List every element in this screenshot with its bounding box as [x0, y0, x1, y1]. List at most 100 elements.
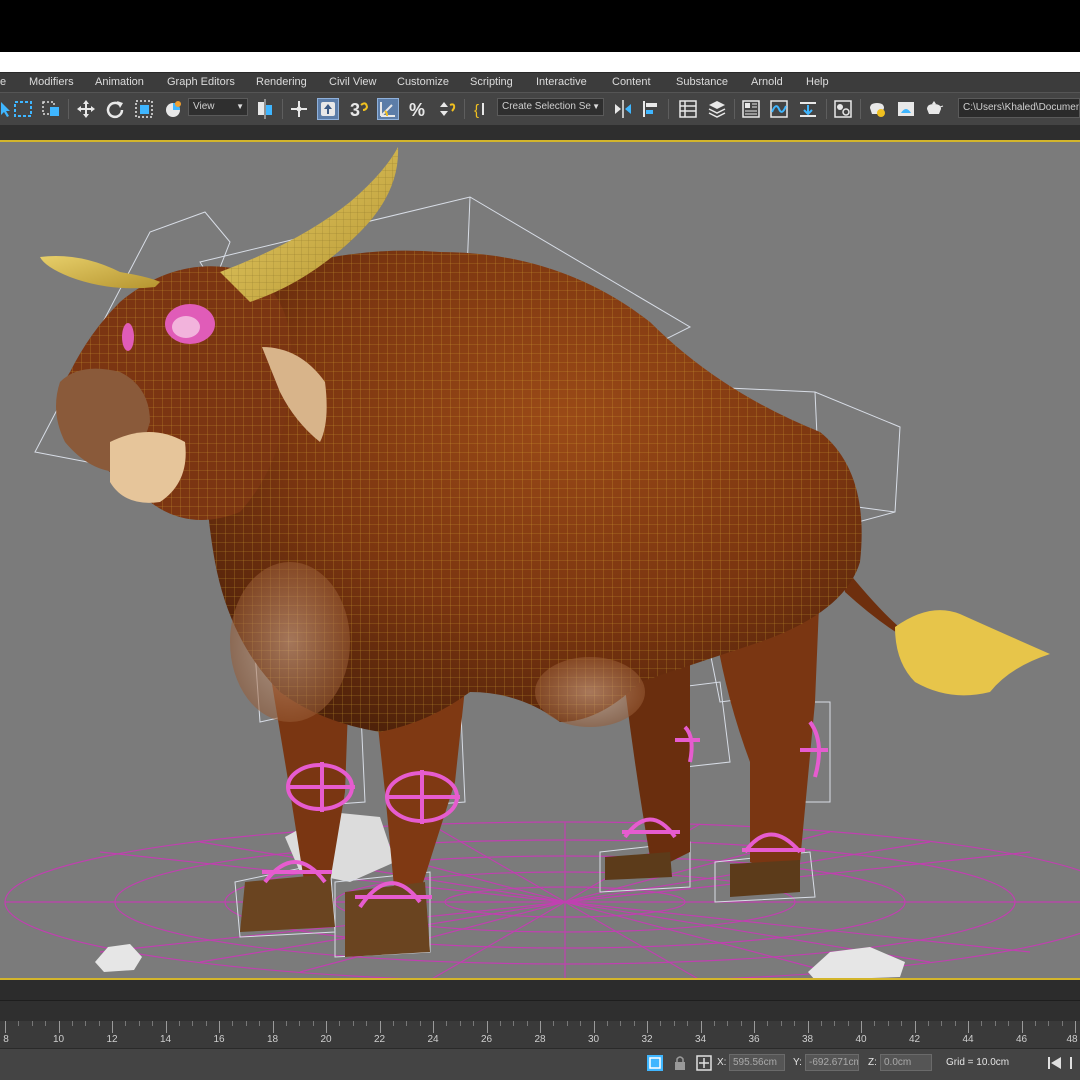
- pivot-center-icon[interactable]: [254, 98, 276, 120]
- menu-bar: e Modifiers Animation Graph Editors Rend…: [0, 72, 1080, 93]
- toolbar-separator: [464, 99, 465, 119]
- time-slider[interactable]: 8 10 12 14 16 18 20 22 24 26 28 30 32 34 36 38 40 42 44 46 4…: [0, 1000, 1080, 1049]
- timeline-frame-label: 8: [3, 1034, 9, 1045]
- timeline-major-tick: [593, 1021, 595, 1033]
- z-coordinate-field[interactable]: 0.0cm: [880, 1054, 932, 1071]
- timeline-minor-tick: [847, 1021, 849, 1026]
- render-setup-icon[interactable]: [866, 98, 888, 120]
- go-to-start-icon[interactable]: [1046, 1054, 1064, 1072]
- timeline-major-tick: [861, 1021, 862, 1033]
- rotate-icon[interactable]: [104, 98, 126, 120]
- timeline-frame-label: 12: [106, 1034, 118, 1045]
- time-slider-track[interactable]: [0, 1001, 1080, 1021]
- timeline-minor-tick: [727, 1021, 729, 1026]
- timeline-minor-tick: [406, 1021, 408, 1026]
- named-selection-sets-label: Create Selection Se: [502, 101, 591, 112]
- timeline-frame-label: 40: [855, 1034, 867, 1045]
- x-coordinate-field[interactable]: 595.56cm: [729, 1054, 785, 1071]
- timeline-major-tick: [968, 1021, 969, 1033]
- timeline-major-tick: [112, 1021, 113, 1033]
- select-manipulate-icon[interactable]: [288, 98, 310, 120]
- lock-icon[interactable]: [671, 1054, 689, 1072]
- timeline-minor-tick: [152, 1021, 154, 1026]
- scale-icon[interactable]: [133, 98, 155, 120]
- menu-customize[interactable]: Customize: [397, 76, 449, 88]
- toggle-ribbon-icon[interactable]: [740, 98, 762, 120]
- schematic-view-icon[interactable]: [797, 98, 819, 120]
- spinner-snap-icon[interactable]: [436, 98, 458, 120]
- menu-interactive[interactable]: Interactive: [536, 76, 587, 88]
- timeline-frame-label: 26: [480, 1034, 493, 1045]
- toolbar-separator: [734, 99, 735, 119]
- previous-frame-icon[interactable]: [1068, 1054, 1080, 1072]
- timeline-major-tick: [486, 1021, 488, 1033]
- timeline-minor-tick: [125, 1021, 127, 1026]
- rock-mesh: [808, 947, 905, 978]
- menu-content[interactable]: Content: [612, 76, 651, 88]
- toolbar-separator: [860, 99, 861, 119]
- timeline-minor-tick: [874, 1021, 876, 1026]
- angle-snap-icon[interactable]: [377, 98, 399, 120]
- menu-rendering[interactable]: Rendering: [256, 76, 307, 88]
- keyboard-shortcut-override-icon[interactable]: [317, 98, 339, 120]
- percent-snap-label: %: [409, 100, 425, 119]
- timeline-major-tick: [807, 1021, 809, 1033]
- timeline-minor-tick: [259, 1021, 261, 1026]
- curve-editor-icon[interactable]: [768, 98, 790, 120]
- menu-civil-view[interactable]: Civil View: [329, 76, 376, 88]
- move-icon[interactable]: [75, 98, 97, 120]
- edit-named-selection-icon[interactable]: {: [471, 98, 493, 120]
- belly-shading: [535, 657, 645, 727]
- placement-icon[interactable]: [162, 98, 184, 120]
- menu-substance[interactable]: Substance: [676, 76, 728, 88]
- menu-arnold[interactable]: Arnold: [751, 76, 783, 88]
- layer-explorer-icon[interactable]: [706, 98, 728, 120]
- timeline-minor-tick: [994, 1021, 996, 1026]
- timeline-major-tick: [1021, 1021, 1023, 1033]
- menu-animation[interactable]: Animation: [95, 76, 144, 88]
- window-crossing-icon[interactable]: [40, 98, 62, 120]
- timeline-minor-tick: [941, 1021, 943, 1026]
- mirror-icon[interactable]: [612, 98, 634, 120]
- selection-lock-icon[interactable]: [646, 1054, 664, 1072]
- toolbar-separator: [282, 99, 283, 119]
- timeline-major-tick: [1075, 1021, 1076, 1033]
- menu-edit[interactable]: e: [0, 76, 6, 88]
- timeline-minor-tick: [45, 1021, 47, 1026]
- menu-help[interactable]: Help: [806, 76, 829, 88]
- absolute-mode-icon[interactable]: [695, 1054, 713, 1072]
- timeline-frame-label: 24: [427, 1034, 439, 1045]
- menu-graph-editors[interactable]: Graph Editors: [167, 76, 235, 88]
- timeline-minor-tick: [767, 1021, 769, 1026]
- reference-coordinate-dropdown[interactable]: View ▼: [188, 98, 248, 116]
- menu-modifiers[interactable]: Modifiers: [29, 76, 74, 88]
- main-toolbar: View ▼ 3 % { Create Selection Se ▼ C:\Us…: [0, 92, 1080, 126]
- chest-shading: [230, 562, 350, 722]
- y-coordinate-field[interactable]: -692.671cm: [805, 1054, 859, 1071]
- timeline-minor-tick: [192, 1021, 194, 1026]
- timeline-frame-label: 30: [587, 1034, 600, 1045]
- hoof: [345, 882, 430, 957]
- timeline-minor-tick: [566, 1021, 568, 1026]
- title-bar: [0, 52, 1080, 72]
- render-production-icon[interactable]: [923, 98, 945, 120]
- snaps-toggle-icon[interactable]: 3: [348, 98, 370, 120]
- chevron-down-icon: ▼: [236, 102, 244, 111]
- timeline-frame-label: 46: [1015, 1034, 1028, 1045]
- timeline-minor-tick: [673, 1021, 675, 1026]
- percent-snap-icon[interactable]: %: [407, 98, 429, 120]
- named-selection-sets-dropdown[interactable]: Create Selection Se ▼: [497, 98, 604, 116]
- x-coordinate-label: X:: [717, 1057, 727, 1068]
- scene-explorer-icon[interactable]: [677, 98, 699, 120]
- timeline-minor-tick: [419, 1021, 421, 1026]
- align-icon[interactable]: [640, 98, 662, 120]
- timeline-minor-tick: [473, 1021, 475, 1026]
- perspective-viewport[interactable]: [0, 140, 1080, 980]
- rectangular-selection-icon[interactable]: [12, 98, 34, 120]
- timeline-major-tick: [379, 1021, 381, 1033]
- menu-scripting[interactable]: Scripting: [470, 76, 513, 88]
- rendered-frame-window-icon[interactable]: [895, 98, 917, 120]
- project-path-field[interactable]: C:\Users\Khaled\Documents: [958, 98, 1080, 118]
- timeline-frame-label: 42: [908, 1034, 921, 1045]
- material-editor-icon[interactable]: [832, 98, 854, 120]
